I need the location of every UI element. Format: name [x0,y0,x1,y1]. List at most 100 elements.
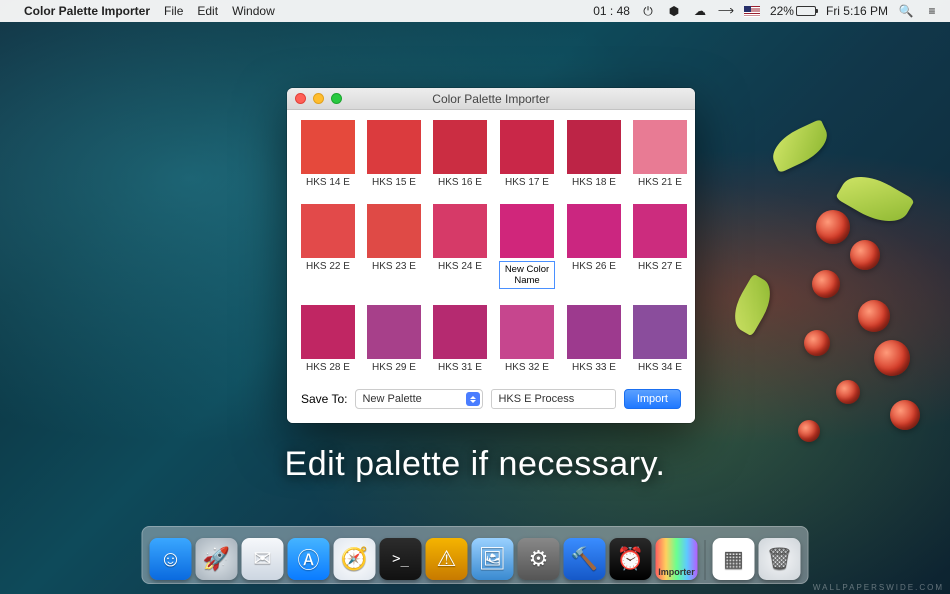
battery-icon [796,6,816,16]
caption-text: Edit palette if necessary. [0,445,950,484]
titlebar[interactable]: Color Palette Importer [287,88,695,110]
dock-appstore[interactable]: Ⓐ [288,538,330,580]
swatch-hks-29-e[interactable]: HKS 29 E [367,305,421,373]
swatch-label: HKS 21 E [638,177,682,188]
swatch-label: HKS 32 E [505,362,549,373]
save-to-value: New Palette [362,393,421,405]
swatch-color[interactable] [367,305,421,359]
swatch-hks-23-e[interactable]: HKS 23 E [367,204,421,289]
save-to-select[interactable]: New Palette [355,389,483,409]
select-arrows-icon [466,392,480,406]
dock: ☺🚀✉Ⓐ🧭>_⚠🖼⚙🔨⏰Importer ▦🗑 [142,526,809,584]
swatch-hks-31-e[interactable]: HKS 31 E [433,305,487,373]
swatch-hks-21-e[interactable]: HKS 21 E [633,120,687,188]
import-button[interactable]: Import [624,389,681,409]
menu-window[interactable]: Window [232,4,275,18]
swatch-hks-28-e[interactable]: HKS 28 E [301,305,355,373]
app-name[interactable]: Color Palette Importer [24,4,150,18]
swatch-color[interactable] [433,120,487,174]
swatch-hks-25-e[interactable]: New Color Name [499,204,555,289]
swatch-hks-18-e[interactable]: HKS 18 E [567,120,621,188]
swatch-label: HKS 28 E [306,362,350,373]
menu-file[interactable]: File [164,4,183,18]
swatch-color[interactable] [567,204,621,258]
menu-edit[interactable]: Edit [197,4,218,18]
swatch-name-editor[interactable]: New Color Name [499,261,555,289]
swatch-color[interactable] [567,305,621,359]
swatch-color[interactable] [500,204,554,258]
save-to-label: Save To: [301,392,347,406]
swatch-label: HKS 16 E [438,177,482,188]
swatch-color[interactable] [433,204,487,258]
dock-automator[interactable]: ⚙ [518,538,560,580]
swatch-hks-14-e[interactable]: HKS 14 E [301,120,355,188]
swatch-hks-17-e[interactable]: HKS 17 E [499,120,555,188]
palette-name-input[interactable]: HKS E Process [491,389,615,409]
dock-preview[interactable]: 🖼 [472,538,514,580]
swatch-label: HKS 22 E [306,261,350,272]
swatch-label: HKS 26 E [572,261,616,272]
swatch-label: HKS 18 E [572,177,616,188]
swatch-color[interactable] [500,305,554,359]
dock-console[interactable]: ⚠ [426,538,468,580]
swatch-label: HKS 34 E [638,362,682,373]
flag-icon[interactable] [744,3,760,19]
swatch-hks-33-e[interactable]: HKS 33 E [567,305,621,373]
dock-finder[interactable]: ☺ [150,538,192,580]
menubar: Color Palette Importer File Edit Window … [0,0,950,22]
swatch-color[interactable] [367,204,421,258]
dock-separator [705,540,706,580]
wifi-icon[interactable]: 𐃘 [718,3,734,19]
swatch-hks-16-e[interactable]: HKS 16 E [433,120,487,188]
dock-xcode[interactable]: 🔨 [564,538,606,580]
swatch-label: HKS 15 E [372,177,416,188]
importer-window: Color Palette Importer HKS 14 E HKS 15 E H… [287,88,695,423]
swatch-hks-27-e[interactable]: HKS 27 E [633,204,687,289]
swatch-color[interactable] [433,305,487,359]
swatch-hks-24-e[interactable]: HKS 24 E [433,204,487,289]
sync-icon[interactable]: ☁ [692,3,708,19]
dock-mail[interactable]: ✉ [242,538,284,580]
swatch-hks-15-e[interactable]: HKS 15 E [367,120,421,188]
swatch-color[interactable] [301,204,355,258]
swatch-label: HKS 33 E [572,362,616,373]
swatch-hks-32-e[interactable]: HKS 32 E [499,305,555,373]
power-icon[interactable]: ⏻ [640,3,656,19]
watermark: WALLPAPERSWIDE.COM [813,583,944,592]
battery-indicator[interactable]: 22% [770,4,816,18]
swatch-hks-22-e[interactable]: HKS 22 E [301,204,355,289]
swatch-color[interactable] [301,305,355,359]
swatch-hks-26-e[interactable]: HKS 26 E [567,204,621,289]
swatch-color[interactable] [633,120,687,174]
desktop: Color Palette Importer File Edit Window … [0,0,950,594]
swatch-label: HKS 29 E [372,362,416,373]
swatch-label: HKS 27 E [638,261,682,272]
swatch-color[interactable] [633,204,687,258]
dock-importer[interactable]: Importer [656,538,698,580]
spotlight-icon[interactable]: 🔍 [898,3,914,19]
swatch-label: HKS 17 E [505,177,549,188]
swatch-color[interactable] [567,120,621,174]
dock-digital-clock[interactable]: ⏰ [610,538,652,580]
swatch-color[interactable] [633,305,687,359]
swatch-hks-34-e[interactable]: HKS 34 E [633,305,687,373]
dropbox-icon[interactable]: ⬢ [666,3,682,19]
swatch-color[interactable] [301,120,355,174]
minimize-button[interactable] [313,93,324,104]
swatch-color[interactable] [367,120,421,174]
swatch-label: HKS 23 E [372,261,416,272]
battery-pct: 22% [770,4,794,18]
istats-clock[interactable]: 01 : 48 [593,4,630,18]
swatch-color[interactable] [500,120,554,174]
close-button[interactable] [295,93,306,104]
notifications-icon[interactable]: ≡ [924,3,940,19]
swatch-label: HKS 31 E [438,362,482,373]
dock-trash[interactable]: 🗑 [759,538,801,580]
dock-terminal[interactable]: >_ [380,538,422,580]
zoom-button[interactable] [331,93,342,104]
dock-appstore-doc[interactable]: ▦ [713,538,755,580]
dock-launchpad[interactable]: 🚀 [196,538,238,580]
dock-safari[interactable]: 🧭 [334,538,376,580]
clock-text[interactable]: Fri 5:16 PM [826,4,888,18]
swatch-label: HKS 14 E [306,177,350,188]
